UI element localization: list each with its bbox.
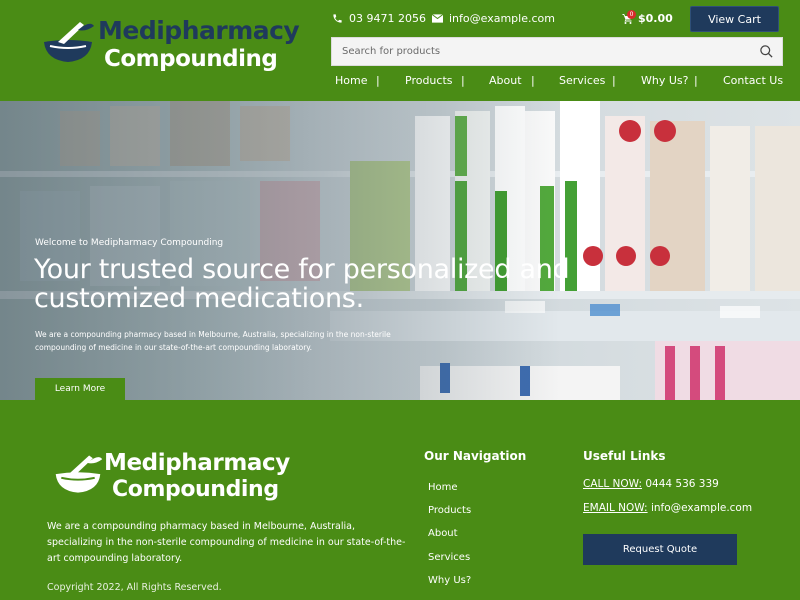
- site-header: Medipharmacy Compounding 03 9471 2056 in…: [0, 0, 800, 101]
- view-cart-button[interactable]: View Cart: [690, 6, 779, 32]
- nav-products[interactable]: Products: [405, 74, 453, 87]
- hero-title: Your trusted source for personalized and…: [34, 254, 570, 314]
- useful-links-heading: Useful Links: [583, 449, 666, 463]
- footer-logo-line1: Medipharmacy: [104, 450, 290, 476]
- call-now-link[interactable]: CALL NOW: 0444 536 339: [583, 478, 719, 490]
- request-quote-button[interactable]: Request Quote: [583, 534, 737, 565]
- nav-separator: |: [694, 74, 698, 87]
- nav-separator: |: [376, 74, 380, 87]
- nav-home[interactable]: Home: [335, 74, 367, 87]
- logo-text-line2: Compounding: [104, 46, 278, 72]
- footer-nav-services[interactable]: Services: [428, 552, 470, 563]
- footer-nav-why-us[interactable]: Why Us?: [428, 575, 471, 586]
- nav-separator: |: [461, 74, 465, 87]
- email-now-link[interactable]: EMAIL NOW: info@example.com: [583, 502, 752, 514]
- footer-nav-about[interactable]: About: [428, 528, 458, 539]
- search-bar: [331, 37, 783, 66]
- call-now-label: CALL NOW:: [583, 478, 642, 490]
- phone-icon: [333, 14, 342, 23]
- nav-services[interactable]: Services: [559, 74, 605, 87]
- header-phone[interactable]: 03 9471 2056: [332, 12, 426, 25]
- hero-welcome-text: Welcome to Medipharmacy Compounding: [35, 238, 224, 248]
- copyright-text: Copyright 2022, All Rights Reserved.: [47, 582, 222, 593]
- nav-why-us[interactable]: Why Us?: [641, 74, 688, 87]
- learn-more-button[interactable]: Learn More: [35, 378, 125, 400]
- nav-separator: |: [612, 74, 616, 87]
- header-email[interactable]: info@example.com: [432, 12, 555, 25]
- search-icon[interactable]: [759, 44, 774, 59]
- cart-total: $0.00: [638, 12, 673, 25]
- nav-contact-us[interactable]: Contact Us: [723, 74, 783, 87]
- footer-description: We are a compounding pharmacy based in M…: [47, 521, 406, 564]
- site-logo[interactable]: Medipharmacy Compounding: [40, 14, 300, 76]
- mortar-pestle-icon: [44, 22, 94, 62]
- footer-nav-heading: Our Navigation: [424, 449, 527, 463]
- hero-description: We are a compounding pharmacy based in M…: [35, 330, 391, 352]
- call-now-number: 0444 536 339: [645, 478, 719, 490]
- footer-logo[interactable]: Medipharmacy Compounding: [52, 446, 312, 502]
- hero-overlay: [0, 101, 800, 400]
- phone-number: 03 9471 2056: [349, 12, 426, 25]
- email-address: info@example.com: [449, 12, 555, 25]
- envelope-icon: [432, 14, 443, 23]
- hero-banner: Welcome to Medipharmacy Compounding Your…: [0, 101, 800, 400]
- footer-logo-line2: Compounding: [112, 477, 279, 502]
- nav-about[interactable]: About: [489, 74, 522, 87]
- logo-text-line1: Medipharmacy: [98, 16, 300, 45]
- search-input[interactable]: [332, 38, 752, 65]
- footer-nav-home[interactable]: Home: [428, 482, 458, 493]
- nav-separator: |: [531, 74, 535, 87]
- email-now-address: info@example.com: [650, 502, 753, 514]
- cart-count-badge: 0: [627, 10, 636, 19]
- email-now-label: EMAIL NOW:: [583, 502, 648, 514]
- site-footer: Medipharmacy Compounding We are a compou…: [0, 400, 800, 600]
- mortar-pestle-icon: [55, 455, 103, 493]
- footer-nav-products[interactable]: Products: [428, 505, 471, 516]
